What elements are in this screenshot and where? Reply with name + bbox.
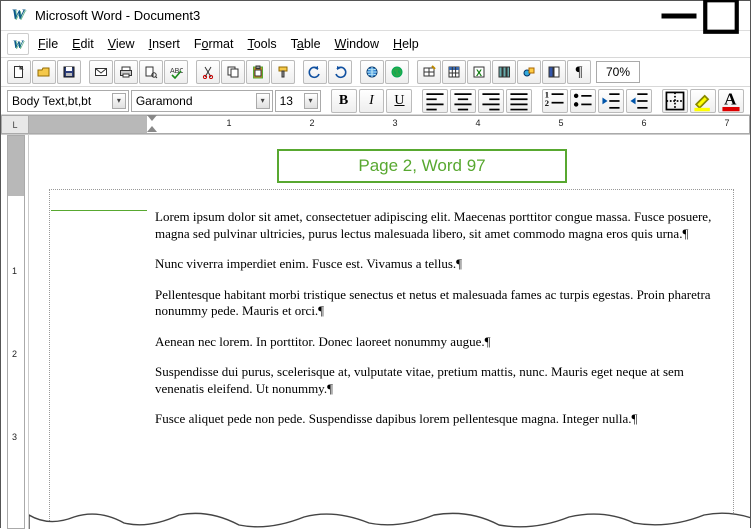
- app-control-icon[interactable]: W: [7, 33, 29, 55]
- svg-text:A: A: [724, 89, 737, 108]
- title-bar: W Microsoft Word - Document3: [1, 1, 750, 31]
- horizontal-ruler[interactable]: L 1 2 3 4 5 6 7: [1, 115, 750, 135]
- maximize-button[interactable]: [700, 2, 742, 30]
- borders-button[interactable]: [662, 89, 688, 113]
- svg-text:2: 2: [545, 98, 549, 108]
- ruler-vnum: 3: [12, 432, 17, 442]
- bold-button[interactable]: B: [331, 89, 357, 113]
- tables-borders-button[interactable]: [417, 60, 441, 84]
- mail-button[interactable]: [89, 60, 113, 84]
- svg-text:X: X: [476, 68, 482, 78]
- align-left-button[interactable]: [422, 89, 448, 113]
- menu-file[interactable]: File: [31, 34, 65, 54]
- ruler-track[interactable]: 1 2 3 4 5 6 7: [29, 115, 750, 134]
- zoom-combo[interactable]: 70%: [596, 61, 640, 83]
- paragraph[interactable]: Fusce aliquet pede non pede. Suspendisse…: [155, 411, 722, 428]
- insert-excel-button[interactable]: X: [467, 60, 491, 84]
- font-color-button[interactable]: A: [718, 89, 744, 113]
- chevron-down-icon[interactable]: ▾: [112, 93, 126, 109]
- insert-table-button[interactable]: [442, 60, 466, 84]
- ruler-vnum: 1: [12, 266, 17, 276]
- menu-view[interactable]: View: [101, 34, 142, 54]
- menu-bar: W File Edit View Insert Format Tools Tab…: [1, 31, 750, 57]
- ruler-num: 1: [226, 118, 231, 128]
- paragraph[interactable]: Lorem ipsum dolor sit amet, consectetuer…: [155, 209, 722, 242]
- annotation-callout: Page 2, Word 97: [277, 149, 567, 183]
- menu-table[interactable]: Table: [284, 34, 328, 54]
- chevron-down-icon[interactable]: ▾: [304, 93, 318, 109]
- web-toolbar-button[interactable]: [385, 60, 409, 84]
- paragraph[interactable]: Suspendisse dui purus, scelerisque at, v…: [155, 364, 722, 397]
- vertical-ruler[interactable]: 1 2 3: [1, 135, 29, 529]
- callout-text: Page 2, Word 97: [358, 156, 485, 176]
- menu-format[interactable]: Format: [187, 34, 241, 54]
- paragraph[interactable]: Pellentesque habitant morbi tristique se…: [155, 287, 722, 320]
- align-justify-button[interactable]: [506, 89, 532, 113]
- ruler-num: 7: [724, 118, 729, 128]
- tab-selector[interactable]: L: [1, 115, 29, 134]
- menu-help[interactable]: Help: [386, 34, 426, 54]
- highlight-button[interactable]: [690, 89, 716, 113]
- format-painter-button[interactable]: [271, 60, 295, 84]
- chevron-down-icon[interactable]: ▾: [256, 93, 270, 109]
- font-combo[interactable]: Garamond ▾: [131, 90, 273, 112]
- window-title: Microsoft Word - Document3: [35, 8, 658, 23]
- paragraph[interactable]: Aenean nec lorem. In porttitor. Donec la…: [155, 334, 722, 351]
- open-button[interactable]: [32, 60, 56, 84]
- menu-insert[interactable]: Insert: [142, 34, 187, 54]
- document-page[interactable]: Page 2, Word 97 Lorem ipsum dolor sit am…: [29, 135, 750, 529]
- bullet-list-button[interactable]: [570, 89, 596, 113]
- ruler-vnum: 2: [12, 349, 17, 359]
- undo-button[interactable]: [303, 60, 327, 84]
- content-area: 1 2 3 Page 2, Word 97 Lorem ipsum dolor …: [1, 135, 750, 529]
- ruler-num: 3: [392, 118, 397, 128]
- redo-button[interactable]: [328, 60, 352, 84]
- increase-indent-button[interactable]: [626, 89, 652, 113]
- standard-toolbar: ABC X ¶ 70%: [1, 57, 750, 87]
- size-value: 13: [280, 94, 293, 108]
- drawing-button[interactable]: [517, 60, 541, 84]
- menu-window[interactable]: Window: [328, 34, 386, 54]
- print-preview-button[interactable]: [139, 60, 163, 84]
- style-value: Body Text,bt,bt: [12, 94, 91, 108]
- ruler-num: 6: [641, 118, 646, 128]
- decrease-indent-button[interactable]: [598, 89, 624, 113]
- align-center-button[interactable]: [450, 89, 476, 113]
- first-line-indent-marker[interactable]: [147, 115, 157, 121]
- app-icon: W: [9, 7, 27, 25]
- document-body[interactable]: Lorem ipsum dolor sit amet, consectetuer…: [155, 209, 722, 442]
- columns-button[interactable]: [492, 60, 516, 84]
- save-button[interactable]: [57, 60, 81, 84]
- hanging-indent-marker[interactable]: [147, 126, 157, 132]
- underline-button[interactable]: U: [386, 89, 412, 113]
- document-map-button[interactable]: [542, 60, 566, 84]
- new-button[interactable]: [7, 60, 31, 84]
- show-hide-button[interactable]: ¶: [567, 60, 591, 84]
- numbered-list-button[interactable]: 12: [542, 89, 568, 113]
- ruler-num: 5: [558, 118, 563, 128]
- formatting-toolbar: Body Text,bt,bt ▾ Garamond ▾ 13 ▾ B I U …: [1, 87, 750, 115]
- hyperlink-button[interactable]: [360, 60, 384, 84]
- menu-edit[interactable]: Edit: [65, 34, 101, 54]
- spellcheck-button[interactable]: ABC: [164, 60, 188, 84]
- align-right-button[interactable]: [478, 89, 504, 113]
- paste-button[interactable]: [246, 60, 270, 84]
- print-button[interactable]: [114, 60, 138, 84]
- paragraph[interactable]: Nunc viverra imperdiet enim. Fusce est. …: [155, 256, 722, 273]
- copy-button[interactable]: [221, 60, 245, 84]
- font-size-combo[interactable]: 13 ▾: [275, 90, 321, 112]
- style-combo[interactable]: Body Text,bt,bt ▾: [7, 90, 129, 112]
- font-value: Garamond: [136, 94, 193, 108]
- minimize-button[interactable]: [658, 2, 700, 30]
- menu-tools[interactable]: Tools: [240, 34, 283, 54]
- ruler-num: 4: [475, 118, 480, 128]
- ruler-num: 2: [309, 118, 314, 128]
- italic-button[interactable]: I: [359, 89, 385, 113]
- cut-button[interactable]: [196, 60, 220, 84]
